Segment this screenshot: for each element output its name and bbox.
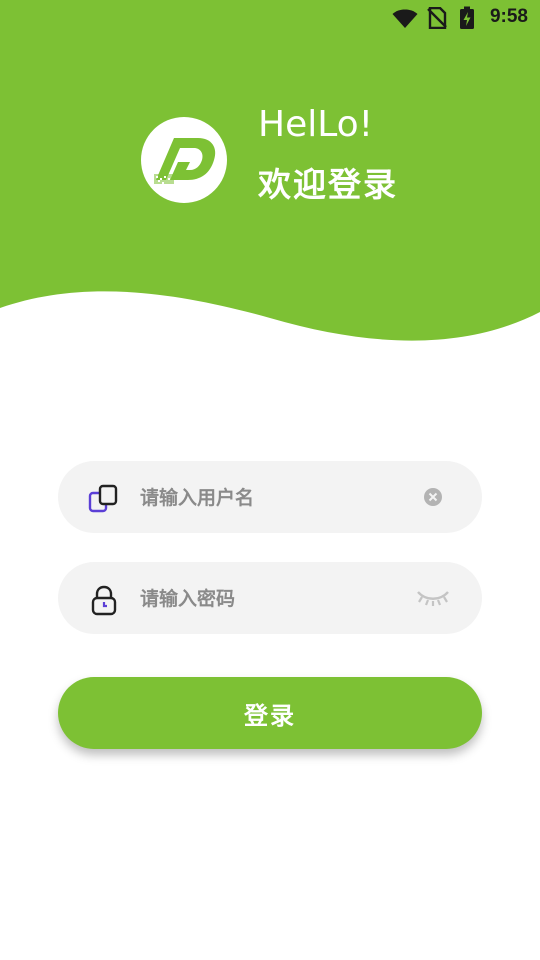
wifi-icon [392,9,418,28]
clear-icon[interactable] [424,488,442,506]
password-input[interactable] [138,576,404,622]
welcome-title: 欢迎登录 [258,165,398,204]
status-time: 9:58 [489,6,528,27]
login-button[interactable]: 登录 [58,677,482,749]
no-sim-icon [427,7,447,29]
battery-charging-icon [460,6,474,29]
eye-closed-icon[interactable] [416,588,450,608]
lock-icon [91,585,117,616]
greeting-text: HelLo! [258,104,374,145]
password-field[interactable] [58,562,482,634]
copy-icon [88,484,118,513]
username-input[interactable] [138,475,404,521]
username-field[interactable] [58,461,482,533]
status-bar: 9:58 [0,0,540,36]
app-logo [141,117,227,203]
